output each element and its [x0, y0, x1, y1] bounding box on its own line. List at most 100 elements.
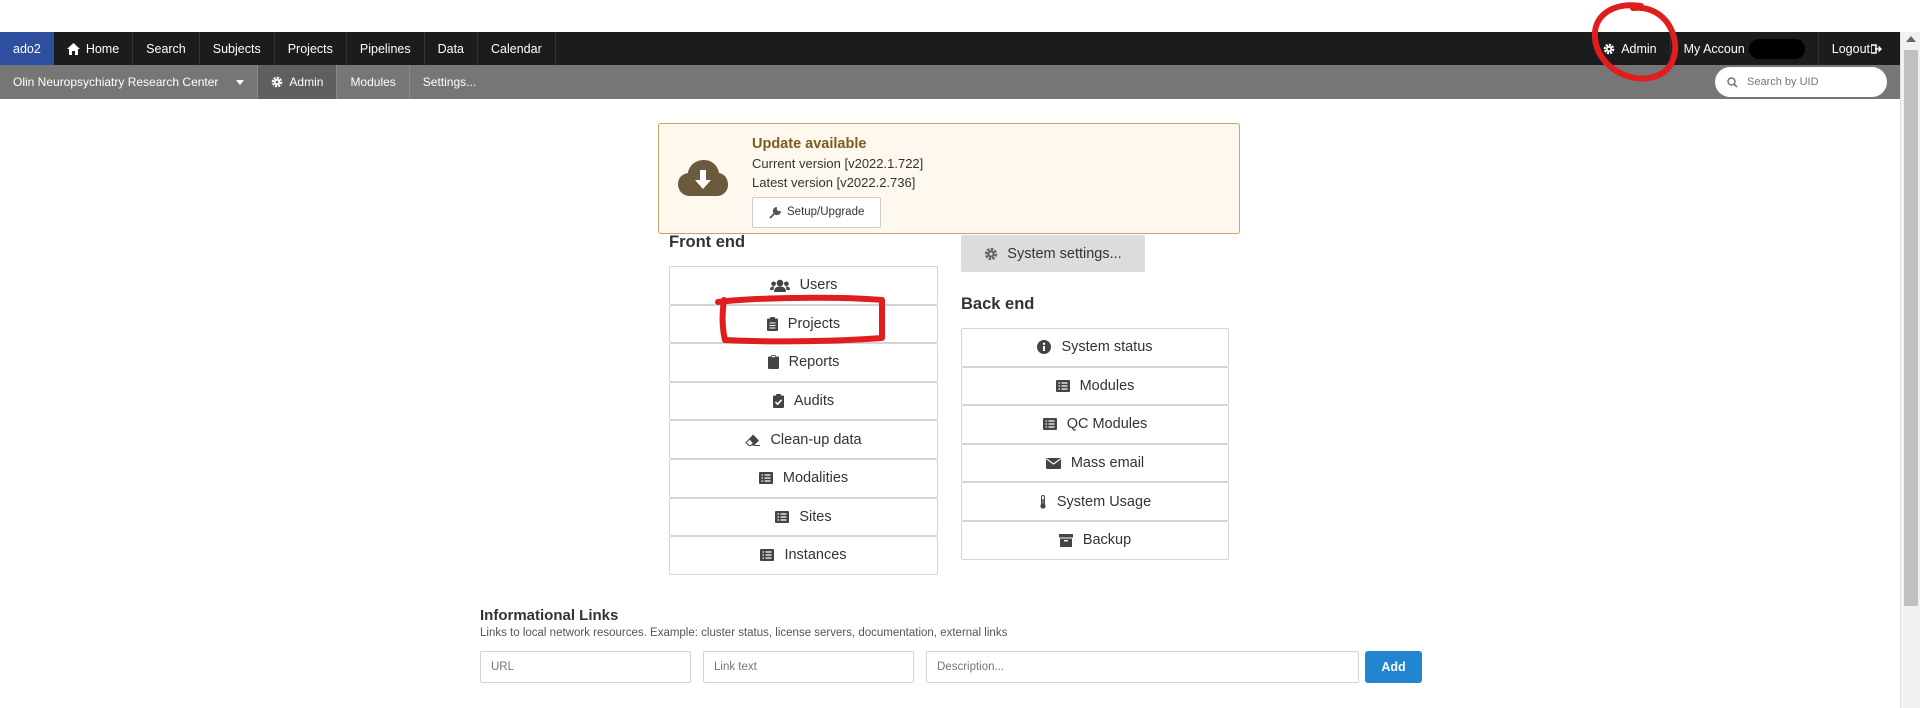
system-status-label: System status — [1061, 339, 1153, 356]
gear-icon — [985, 247, 998, 260]
list-alt-icon — [1042, 418, 1057, 431]
audits-button[interactable]: Audits — [669, 381, 938, 421]
nav-logout-label: Logout — [1831, 41, 1870, 56]
nav-admin-label: Admin — [1621, 41, 1657, 56]
cleanup-data-button[interactable]: Clean-up data — [669, 420, 938, 459]
sites-label: Sites — [799, 508, 832, 525]
setup-upgrade-button[interactable]: Setup/Upgrade — [752, 197, 882, 228]
nav-subjects[interactable]: Subjects — [200, 32, 275, 65]
list-alt-icon — [760, 549, 775, 562]
nav-subjects-label: Subjects — [212, 41, 261, 56]
list-alt-icon — [758, 472, 773, 485]
nav-my-account-label: My Accoun — [1683, 41, 1745, 56]
uid-search-box — [1715, 67, 1887, 97]
clipboard-list-icon — [766, 316, 778, 331]
informational-links-subtitle: Links to local network resources. Exampl… — [480, 627, 1008, 639]
brand-link[interactable]: ado2 — [0, 32, 54, 65]
cloud-download-icon — [678, 160, 728, 196]
nav-search[interactable]: Search — [133, 32, 200, 65]
back-end-title: Back end — [961, 295, 1035, 313]
projects-button[interactable]: Projects — [669, 304, 938, 344]
link-text-input[interactable] — [703, 651, 914, 683]
audits-label: Audits — [793, 393, 835, 410]
update-title: Update available — [752, 136, 867, 152]
list-alt-icon — [775, 510, 790, 523]
nav-projects[interactable]: Projects — [275, 32, 347, 65]
nav-search-label: Search — [146, 41, 186, 56]
nav-data-label: Data — [437, 41, 465, 56]
modules-button[interactable]: Modules — [961, 366, 1229, 406]
modules-label: Modules — [1079, 377, 1135, 394]
front-end-list: Users Projects Reports Audits Clean-up d… — [669, 266, 938, 575]
nav-pipelines-label: Pipelines — [359, 41, 411, 56]
front-end-title: Front end — [669, 233, 746, 251]
nav-logout[interactable]: Logout — [1817, 32, 1900, 65]
back-end-list: System status Modules QC Modules Mass em… — [961, 328, 1229, 560]
mass-email-button[interactable]: Mass email — [961, 443, 1229, 483]
top-navbar: ado2 Home Search Subjects Projects Pipel… — [0, 32, 1900, 65]
logout-icon — [1871, 43, 1882, 54]
users-label: Users — [799, 277, 838, 294]
subnav-settings[interactable]: Settings... — [410, 65, 489, 99]
home-icon — [66, 42, 80, 55]
system-usage-button[interactable]: System Usage — [961, 482, 1229, 521]
backup-label: Backup — [1082, 532, 1132, 549]
subnav-admin-label: Admin — [289, 75, 324, 89]
subnav-modules[interactable]: Modules — [337, 65, 410, 99]
scrollbar-thumb[interactable] — [1904, 50, 1918, 606]
qc-modules-button[interactable]: QC Modules — [961, 405, 1229, 444]
modalities-label: Modalities — [782, 470, 849, 487]
instances-button[interactable]: Instances — [669, 536, 938, 575]
scroll-up-arrow-icon[interactable] — [1906, 36, 1916, 42]
nav-data[interactable]: Data — [425, 32, 479, 65]
brand-label: ado2 — [13, 41, 41, 56]
wrench-icon — [769, 206, 781, 219]
sites-button[interactable]: Sites — [669, 497, 938, 537]
subnav-settings-label: Settings... — [422, 75, 477, 89]
thermometer-icon — [1040, 494, 1046, 509]
subnav-admin[interactable]: Admin — [258, 65, 338, 99]
qc-modules-label: QC Modules — [1066, 416, 1148, 433]
link-description-input[interactable] — [926, 651, 1359, 683]
latest-version: Latest version [v2022.2.736] — [752, 175, 916, 190]
projects-label: Projects — [787, 315, 841, 332]
link-url-input[interactable] — [480, 651, 691, 683]
cleanup-data-label: Clean-up data — [770, 431, 862, 448]
redacted-username — [1748, 38, 1805, 59]
system-settings-button[interactable]: System settings... — [961, 235, 1145, 272]
setup-upgrade-label: Setup/Upgrade — [787, 206, 865, 218]
eraser-icon — [745, 434, 761, 446]
info-circle-icon — [1037, 340, 1052, 355]
system-status-button[interactable]: System status — [961, 328, 1229, 367]
system-settings-label: System settings... — [1007, 245, 1122, 262]
search-icon — [1727, 76, 1738, 88]
instance-dropdown[interactable]: Olin Neuropsychiatry Research Center — [0, 65, 259, 99]
users-button[interactable]: Users — [669, 266, 938, 305]
reports-button[interactable]: Reports — [669, 343, 938, 382]
envelope-icon — [1045, 457, 1061, 469]
current-version: Current version [v2022.1.722] — [752, 156, 924, 171]
nav-home-label: Home — [85, 41, 120, 56]
update-banner: Update available Current version [v2022.… — [658, 123, 1240, 234]
vertical-scrollbar[interactable] — [1900, 32, 1920, 708]
nav-calendar[interactable]: Calendar — [478, 32, 556, 65]
nav-home[interactable]: Home — [54, 32, 134, 65]
caret-down-icon — [236, 79, 245, 85]
add-link-button[interactable]: Add — [1365, 651, 1422, 683]
backup-button[interactable]: Backup — [961, 520, 1229, 560]
nav-pipelines[interactable]: Pipelines — [347, 32, 425, 65]
subnav-modules-label: Modules — [350, 75, 396, 89]
nav-admin[interactable]: Admin — [1590, 32, 1669, 65]
clipboard-check-icon — [772, 394, 784, 409]
nav-my-account[interactable]: My Accoun — [1669, 32, 1818, 65]
instance-name: Olin Neuropsychiatry Research Center — [13, 75, 219, 89]
mass-email-label: Mass email — [1070, 455, 1145, 472]
informational-links-title: Informational Links — [480, 607, 619, 624]
uid-search-input[interactable] — [1747, 76, 1877, 88]
users-icon — [769, 279, 790, 292]
system-usage-label: System Usage — [1056, 493, 1152, 510]
sub-navbar: Olin Neuropsychiatry Research Center Adm… — [0, 65, 1900, 99]
clipboard-icon — [767, 355, 779, 370]
modalities-button[interactable]: Modalities — [669, 458, 938, 498]
list-alt-icon — [1055, 379, 1070, 392]
